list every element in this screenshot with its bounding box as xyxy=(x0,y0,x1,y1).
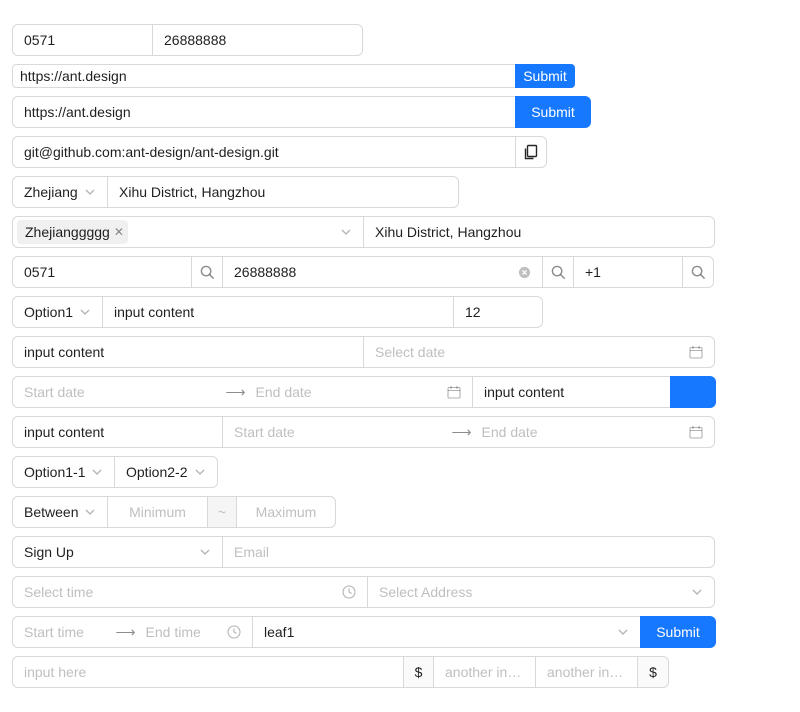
another-input[interactable]: another input xyxy=(535,656,638,688)
search-button[interactable] xyxy=(191,256,223,288)
minimum-input[interactable]: Minimum xyxy=(107,496,208,528)
time-picker[interactable]: Select time xyxy=(12,576,368,608)
calendar-icon xyxy=(689,425,703,439)
search-icon xyxy=(691,265,706,280)
chevron-down-icon xyxy=(84,186,96,198)
chevron-down-icon xyxy=(84,506,96,518)
option1-select[interactable]: Option1-1 xyxy=(12,456,115,488)
tree-select[interactable]: leaf1 xyxy=(252,616,641,648)
area-code-input[interactable]: 0571 xyxy=(12,24,153,56)
chevron-down-icon xyxy=(617,626,629,638)
content-input[interactable]: input content xyxy=(12,416,223,448)
option-input-number-group: Option1 input content 12 xyxy=(12,296,543,328)
chevron-down-icon xyxy=(199,546,211,558)
clear-icon[interactable] xyxy=(518,266,531,279)
province-multi-select[interactable]: Zhejianggggg ✕ xyxy=(12,216,364,248)
area-code-search-input[interactable]: 0571 xyxy=(12,256,192,288)
copy-button[interactable] xyxy=(515,136,547,168)
content-input[interactable]: input content xyxy=(102,296,454,328)
input-date-group: input content Select date xyxy=(12,336,715,368)
chevron-down-icon xyxy=(91,466,103,478)
timerange-tree-submit-group: Start time ⟶ End time leaf1 Submit xyxy=(12,616,716,648)
content-input[interactable]: input content xyxy=(472,376,671,408)
git-url-input[interactable]: git@github.com:ant-design/ant-design.git xyxy=(12,136,516,168)
chevron-down-icon xyxy=(691,586,703,598)
clock-icon xyxy=(227,625,241,639)
signup-select[interactable]: Sign Up xyxy=(12,536,223,568)
range-input-button-group: Start date ⟶ End date input content xyxy=(12,376,716,408)
date-picker[interactable]: Select date xyxy=(363,336,715,368)
date-range-picker[interactable]: Start date ⟶ End date xyxy=(222,416,715,448)
url-input[interactable]: https://ant.design xyxy=(12,96,516,128)
option2-select[interactable]: Option2-2 xyxy=(114,456,218,488)
date-range-picker[interactable]: Start date ⟶ End date xyxy=(12,376,473,408)
double-select-group: Option1-1 Option2-2 xyxy=(12,456,218,488)
address-input[interactable]: Xihu District, Hangzhou xyxy=(363,216,715,248)
clock-icon xyxy=(342,585,356,599)
content-input[interactable]: input content xyxy=(12,336,364,368)
province-address-group: Zhejiang Xihu District, Hangzhou xyxy=(12,176,459,208)
search-button[interactable] xyxy=(682,256,714,288)
selected-tag: Zhejianggggg ✕ xyxy=(17,220,128,244)
between-range-group: Between Minimum ~ Maximum xyxy=(12,496,336,528)
address-cascader[interactable]: Select Address xyxy=(367,576,715,608)
multi-province-address-group: Zhejianggggg ✕ Xihu District, Hangzhou xyxy=(12,216,715,248)
input-range-group: input content Start date ⟶ End date xyxy=(12,416,715,448)
option-select[interactable]: Option1 xyxy=(12,296,103,328)
tilde-separator: ~ xyxy=(207,496,237,528)
main-input[interactable]: input here xyxy=(12,656,404,688)
compare-select[interactable]: Between xyxy=(12,496,108,528)
time-range-picker[interactable]: Start time ⟶ End time xyxy=(12,616,253,648)
copy-icon xyxy=(523,144,539,160)
maximum-input[interactable]: Maximum xyxy=(236,496,336,528)
submit-button-small[interactable]: Submit xyxy=(515,64,575,88)
phone-search-input[interactable]: 26888888 xyxy=(222,256,543,288)
signup-email-group: Sign Up Email xyxy=(12,536,715,568)
chevron-down-icon xyxy=(79,306,91,318)
number-input[interactable]: 12 xyxy=(453,296,543,328)
search-icon xyxy=(200,265,215,280)
submit-button[interactable]: Submit xyxy=(515,96,591,128)
currency-addon: $ xyxy=(403,656,434,688)
arrow-right-icon: ⟶ xyxy=(115,623,136,640)
chevron-down-icon xyxy=(194,466,206,478)
calendar-icon xyxy=(447,385,461,399)
another-input[interactable]: another input xyxy=(433,656,536,688)
url-group: https://ant.design Submit xyxy=(12,96,591,128)
arrow-right-icon: ⟶ xyxy=(451,423,472,440)
province-select[interactable]: Zhejiang xyxy=(12,176,108,208)
phone-input[interactable]: 26888888 xyxy=(152,24,363,56)
git-url-group: git@github.com:ant-design/ant-design.git xyxy=(12,136,547,168)
address-input[interactable]: Xihu District, Hangzhou xyxy=(107,176,459,208)
search-icon xyxy=(551,265,566,280)
url-small-group: https://ant.design Submit xyxy=(12,64,575,88)
country-code-input[interactable]: +1 xyxy=(573,256,683,288)
url-input-small[interactable]: https://ant.design xyxy=(12,64,516,88)
email-input[interactable]: Email xyxy=(222,536,715,568)
currency-inputs-group: input here $ another input another input… xyxy=(12,656,669,688)
time-address-group: Select time Select Address xyxy=(12,576,715,608)
phone-compact-group: 0571 26888888 xyxy=(12,24,363,56)
currency-addon: $ xyxy=(637,656,669,688)
search-phone-group: 0571 26888888 +1 xyxy=(12,256,714,288)
calendar-icon xyxy=(689,345,703,359)
action-button[interactable] xyxy=(670,376,716,408)
close-icon[interactable]: ✕ xyxy=(114,225,124,239)
arrow-right-icon: ⟶ xyxy=(225,383,246,400)
search-button[interactable] xyxy=(542,256,574,288)
chevron-down-icon xyxy=(340,226,352,238)
submit-button[interactable]: Submit xyxy=(640,616,716,648)
